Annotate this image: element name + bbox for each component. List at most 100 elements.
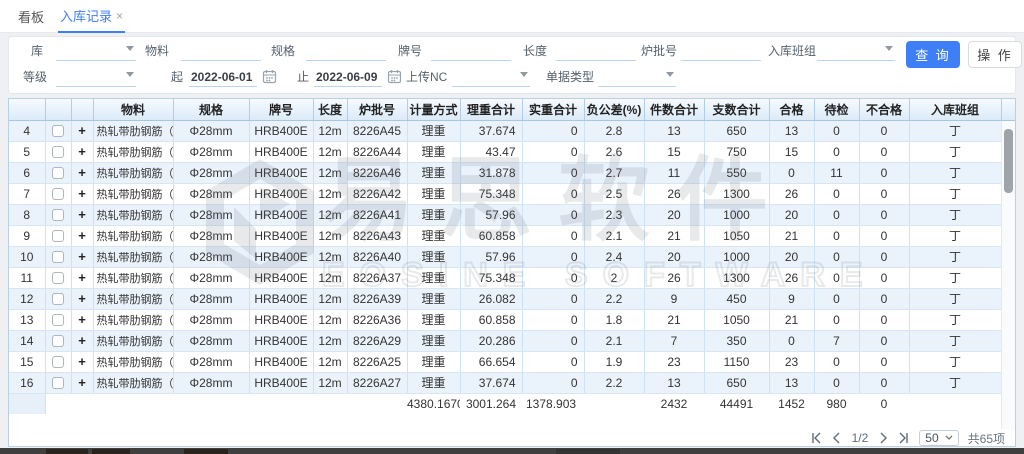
expand-icon[interactable]: + [78,144,86,159]
column-header[interactable]: 待检 [814,99,859,120]
expand-icon[interactable]: + [78,207,86,222]
query-button[interactable]: 查 询 [906,41,960,68]
upload-nc-select[interactable] [452,67,530,87]
tab-inbound-records[interactable]: 入库记录 × [58,0,125,33]
row-checkbox[interactable] [52,209,64,221]
cell-bars: 1050 [704,309,769,330]
records-table: 物料规格牌号长度炉批号计量方式理重合计实重合计负公差(%)件数合计支数合计合格待… [9,99,1002,414]
grade-input[interactable] [431,41,511,61]
cell-material: 热轧带肋钢筋（抗震） [93,330,173,351]
cell-material: 热轧带肋钢筋（抗震） [93,162,173,183]
date-from-input[interactable]: 2022-06-01 [189,67,257,87]
cell-qualified: 20 [769,246,814,267]
app-window: 看板 入库记录 × 库 物料 规格 牌号 长度 炉批号 入库班组 查 询 操 作… [0,0,1024,454]
row-number: 5 [9,141,45,162]
cell-team: 丁 [909,204,1001,225]
expand-icon[interactable]: + [78,123,86,138]
expand-icon[interactable]: + [78,249,86,264]
calendar-icon[interactable] [262,69,277,84]
column-header[interactable]: 实重合计 [522,99,584,120]
cell-tolerance: 2.8 [584,120,644,141]
cell-actual: 0 [522,330,584,351]
cell-actual: 0 [522,183,584,204]
cell-length: 12m [313,246,347,267]
expand-icon[interactable]: + [78,291,86,306]
column-header[interactable]: 炉批号 [347,99,407,120]
column-header[interactable]: 负公差(%) [584,99,644,120]
page-last-icon[interactable] [898,432,910,444]
batch-no-input[interactable] [681,41,761,61]
column-header[interactable]: 计量方式 [407,99,460,120]
material-input[interactable] [181,41,261,61]
row-checkbox[interactable] [52,146,64,158]
cell-bars: 650 [704,120,769,141]
cell-team: 丁 [909,225,1001,246]
total-length [313,393,347,414]
column-header[interactable]: 合格 [769,99,814,120]
row-checkbox[interactable] [52,188,64,200]
cell-actual: 0 [522,162,584,183]
cell-tolerance: 2.2 [584,372,644,393]
row-number: 11 [9,267,45,288]
date-from-label: 起 [171,67,183,87]
inbound-team-select[interactable] [817,41,895,61]
cell-length: 12m [313,225,347,246]
row-checkbox[interactable] [52,314,64,326]
cell-batch: 8226A29 [347,330,407,351]
row-checkbox[interactable] [52,335,64,347]
column-header[interactable]: 支数合计 [704,99,769,120]
column-header[interactable]: 规格 [173,99,249,120]
tab-dashboard[interactable]: 看板 [18,0,44,33]
column-header[interactable]: 物料 [93,99,173,120]
cell-team: 丁 [909,330,1001,351]
cell-length: 12m [313,288,347,309]
spec-input[interactable] [306,41,386,61]
row-checkbox[interactable] [52,230,64,242]
length-input[interactable] [556,41,636,61]
page-next-icon[interactable] [877,432,889,444]
cell-pieces: 20 [644,204,704,225]
cell-unqualified: 0 [859,372,909,393]
column-header[interactable]: 入库班组 [909,99,1001,120]
expand-icon[interactable]: + [78,375,86,390]
calendar-icon[interactable] [387,69,402,84]
row-checkbox[interactable] [52,251,64,263]
total-actual: 1378.903 [522,393,584,414]
column-header[interactable]: 牌号 [249,99,313,120]
row-checkbox[interactable] [52,377,64,389]
warehouse-select[interactable] [56,41,136,61]
cell-material: 热轧带肋钢筋（抗震） [93,204,173,225]
operate-button[interactable]: 操 作 [968,41,1022,68]
expand-icon[interactable]: + [78,228,86,243]
row-checkbox[interactable] [52,272,64,284]
page-prev-icon[interactable] [831,432,843,444]
column-header[interactable]: 不合格 [859,99,909,120]
expand-icon[interactable]: + [78,354,86,369]
cell-length: 12m [313,204,347,225]
expand-icon[interactable]: + [78,270,86,285]
doc-type-select[interactable] [598,67,676,87]
row-checkbox[interactable] [52,125,64,137]
row-checkbox[interactable] [52,167,64,179]
vertical-scrollbar[interactable] [1001,121,1015,429]
expand-icon[interactable]: + [78,333,86,348]
column-header[interactable]: 件数合计 [644,99,704,120]
page-first-icon[interactable] [810,432,822,444]
cell-unqualified: 0 [859,162,909,183]
expand-icon[interactable]: + [78,165,86,180]
page-size-select[interactable]: 50 [919,430,958,446]
row-number: 15 [9,351,45,372]
date-to-input[interactable]: 2022-06-09 [314,67,382,87]
row-checkbox[interactable] [52,356,64,368]
tab-close-icon[interactable]: × [116,9,123,23]
cell-tolerance: 2.5 [584,183,644,204]
row-checkbox[interactable] [52,293,64,305]
expand-icon[interactable]: + [78,312,86,327]
cell-length: 12m [313,372,347,393]
column-header[interactable]: 理重合计 [460,99,522,120]
expand-icon[interactable]: + [78,186,86,201]
scrollbar-thumb[interactable] [1004,129,1013,193]
table-row: 9+热轧带肋钢筋（抗震）Φ28mmHRB400E12m8226A43理重60.8… [9,225,1001,246]
grade-level-select[interactable] [56,67,136,87]
column-header[interactable]: 长度 [313,99,347,120]
